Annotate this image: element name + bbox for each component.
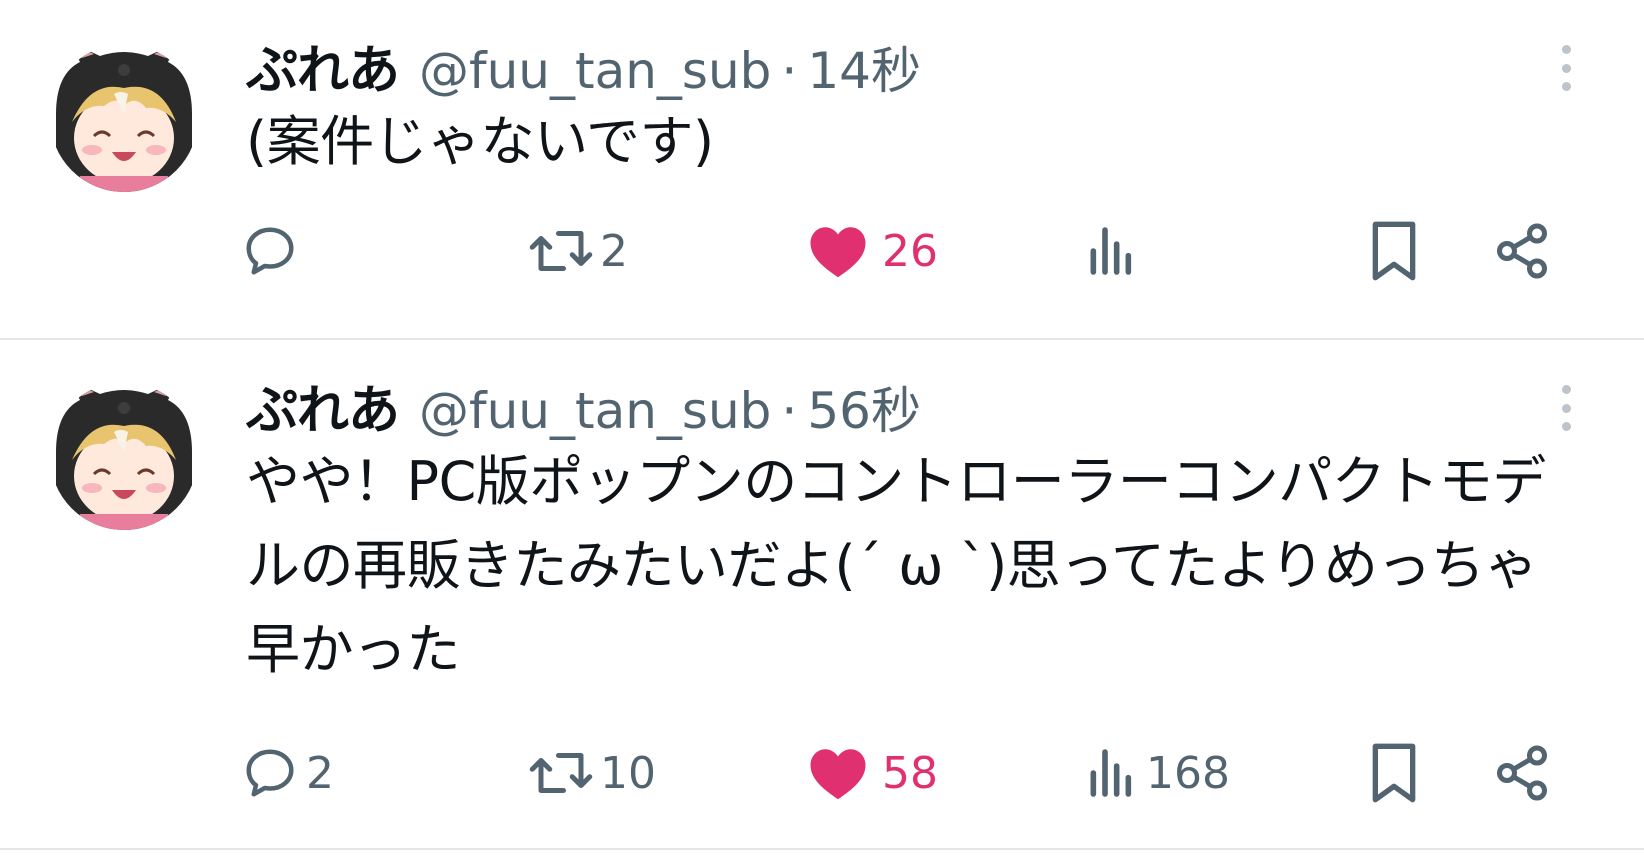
avatar[interactable] <box>50 44 198 192</box>
views-icon <box>1090 227 1132 275</box>
avatar-image <box>50 382 198 530</box>
heart-icon <box>810 749 866 800</box>
timestamp[interactable]: 14秒 <box>807 31 921 103</box>
action-bar: 2 26 <box>0 216 1644 286</box>
author-handle[interactable]: @fuu_tan_sub <box>419 42 771 100</box>
share-icon <box>1497 223 1547 279</box>
views-count: 168 <box>1146 747 1230 799</box>
retweet-button[interactable]: 2 <box>528 216 628 286</box>
retweet-button[interactable]: 10 <box>528 738 656 808</box>
author-handle[interactable]: @fuu_tan_sub <box>419 382 771 440</box>
reply-count: 2 <box>306 747 334 799</box>
separator-dot: · <box>781 42 798 100</box>
more-icon[interactable] <box>1554 40 1578 96</box>
heart-icon <box>810 227 866 278</box>
tweet[interactable]: ぷれあ @fuu_tan_sub · 56秒 やや！PC版ポップンのコントローラ… <box>0 340 1644 850</box>
tweet-header: ぷれあ @fuu_tan_sub · 56秒 <box>246 368 1588 443</box>
separator-dot: · <box>781 382 798 440</box>
views-icon <box>1090 749 1132 797</box>
like-button[interactable]: 58 <box>808 738 938 808</box>
retweet-icon <box>529 753 593 793</box>
share-button[interactable] <box>1492 738 1552 808</box>
views-button[interactable] <box>1084 216 1146 286</box>
views-button[interactable]: 168 <box>1084 738 1230 808</box>
retweet-count: 2 <box>600 225 628 277</box>
share-button[interactable] <box>1492 216 1552 286</box>
reply-button[interactable]: 2 <box>240 738 334 808</box>
tweet-content: ぷれあ @fuu_tan_sub · 56秒 やや！PC版ポップンのコントローラ… <box>246 368 1588 692</box>
share-icon <box>1497 745 1547 801</box>
action-bar: 2 10 58 168 <box>0 738 1644 808</box>
reply-icon <box>246 227 294 275</box>
reply-icon <box>246 749 294 797</box>
bookmark-button[interactable] <box>1366 738 1422 808</box>
reply-button[interactable] <box>240 216 306 286</box>
tweet-text: (案件じゃないです) <box>246 110 714 173</box>
retweet-icon <box>529 231 593 271</box>
timestamp[interactable]: 56秒 <box>807 371 921 443</box>
author-name[interactable]: ぷれあ <box>246 368 400 443</box>
bookmark-icon <box>1372 221 1416 281</box>
more-icon[interactable] <box>1554 380 1578 436</box>
like-count: 26 <box>882 225 938 277</box>
tweet-text: やや！PC版ポップンのコントローラーコンパクトモデルの再販きたみたいだよ(ˊ ω… <box>246 450 1546 681</box>
tweet-content: ぷれあ @fuu_tan_sub · 14秒 (案件じゃないです) <box>246 28 1588 184</box>
author-name[interactable]: ぷれあ <box>246 28 400 103</box>
avatar-image <box>50 44 198 192</box>
like-button[interactable]: 26 <box>808 216 938 286</box>
tweet-header: ぷれあ @fuu_tan_sub · 14秒 <box>246 28 1588 103</box>
like-count: 58 <box>882 747 938 799</box>
avatar[interactable] <box>50 382 198 530</box>
bookmark-button[interactable] <box>1366 216 1422 286</box>
tweet-feed: ぷれあ @fuu_tan_sub · 14秒 (案件じゃないです) 2 26 ぷ… <box>0 0 1644 850</box>
bookmark-icon <box>1372 743 1416 803</box>
tweet[interactable]: ぷれあ @fuu_tan_sub · 14秒 (案件じゃないです) 2 26 <box>0 0 1644 340</box>
retweet-count: 10 <box>600 747 656 799</box>
